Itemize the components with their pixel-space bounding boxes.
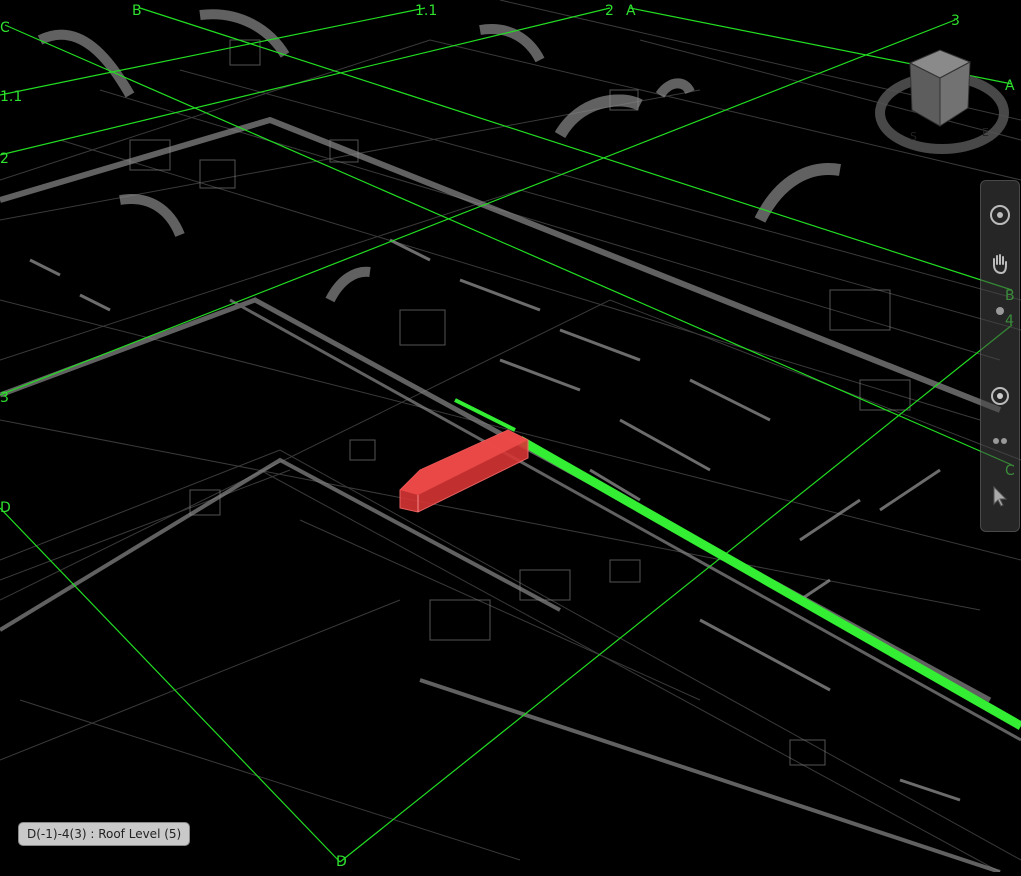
grid-label-1-1-top: 1.1 [415,3,437,19]
cable-trays [29,238,961,802]
grid-label-a-top: A [626,3,636,19]
look-icon [993,438,1007,444]
grid-label-c-top: C [0,20,10,36]
compass-east-label: E [982,126,989,139]
pan-button[interactable] [984,243,1016,283]
grid-label-3-top: 3 [951,13,960,29]
zoom-icon [996,307,1004,315]
grid-line-1-1 [0,7,426,96]
navigation-bar [980,180,1020,532]
zoom-button[interactable] [984,291,1016,331]
grid-label-3-left: 3 [0,390,9,406]
steering-wheel-icon [990,205,1010,225]
grid-line-d [0,507,341,863]
select-button[interactable] [984,476,1016,516]
grid-line-c [4,24,1013,466]
location-status: D(-1)-4(3) : Roof Level (5) [18,822,191,846]
cursor-arrow-icon [993,485,1008,507]
grid-label-2-left: 2 [0,151,9,167]
view-cube-graphic: S E [875,49,1009,154]
grid-label-d-left: D [0,500,11,516]
orbit-icon [991,387,1009,405]
model-scene: B C 1.1 2 A 3 A 1.1 2 B 4 3 C D D [0,0,1021,874]
grid-label-b-top: B [132,3,142,19]
grid-line-4 [339,324,1013,863]
3d-viewport[interactable]: B C 1.1 2 A 3 A 1.1 2 B 4 3 C D D [0,0,1021,874]
grid-label-2-top: 2 [605,3,614,19]
grid-line-3 [0,19,956,396]
orbit-button[interactable] [984,376,1016,416]
equipment-boxes [129,39,911,766]
compass-south-label: S [910,130,917,143]
selected-element[interactable] [399,429,529,513]
look-button[interactable] [984,421,1016,461]
view-cube[interactable]: S E [870,38,1015,168]
grid-label-d-bottom: D [336,854,347,870]
steering-wheel-button[interactable] [984,195,1016,235]
hand-icon [993,254,1007,275]
highlighted-pipe[interactable] [454,398,1021,730]
grid-label-1-1-left: 1.1 [0,89,22,105]
